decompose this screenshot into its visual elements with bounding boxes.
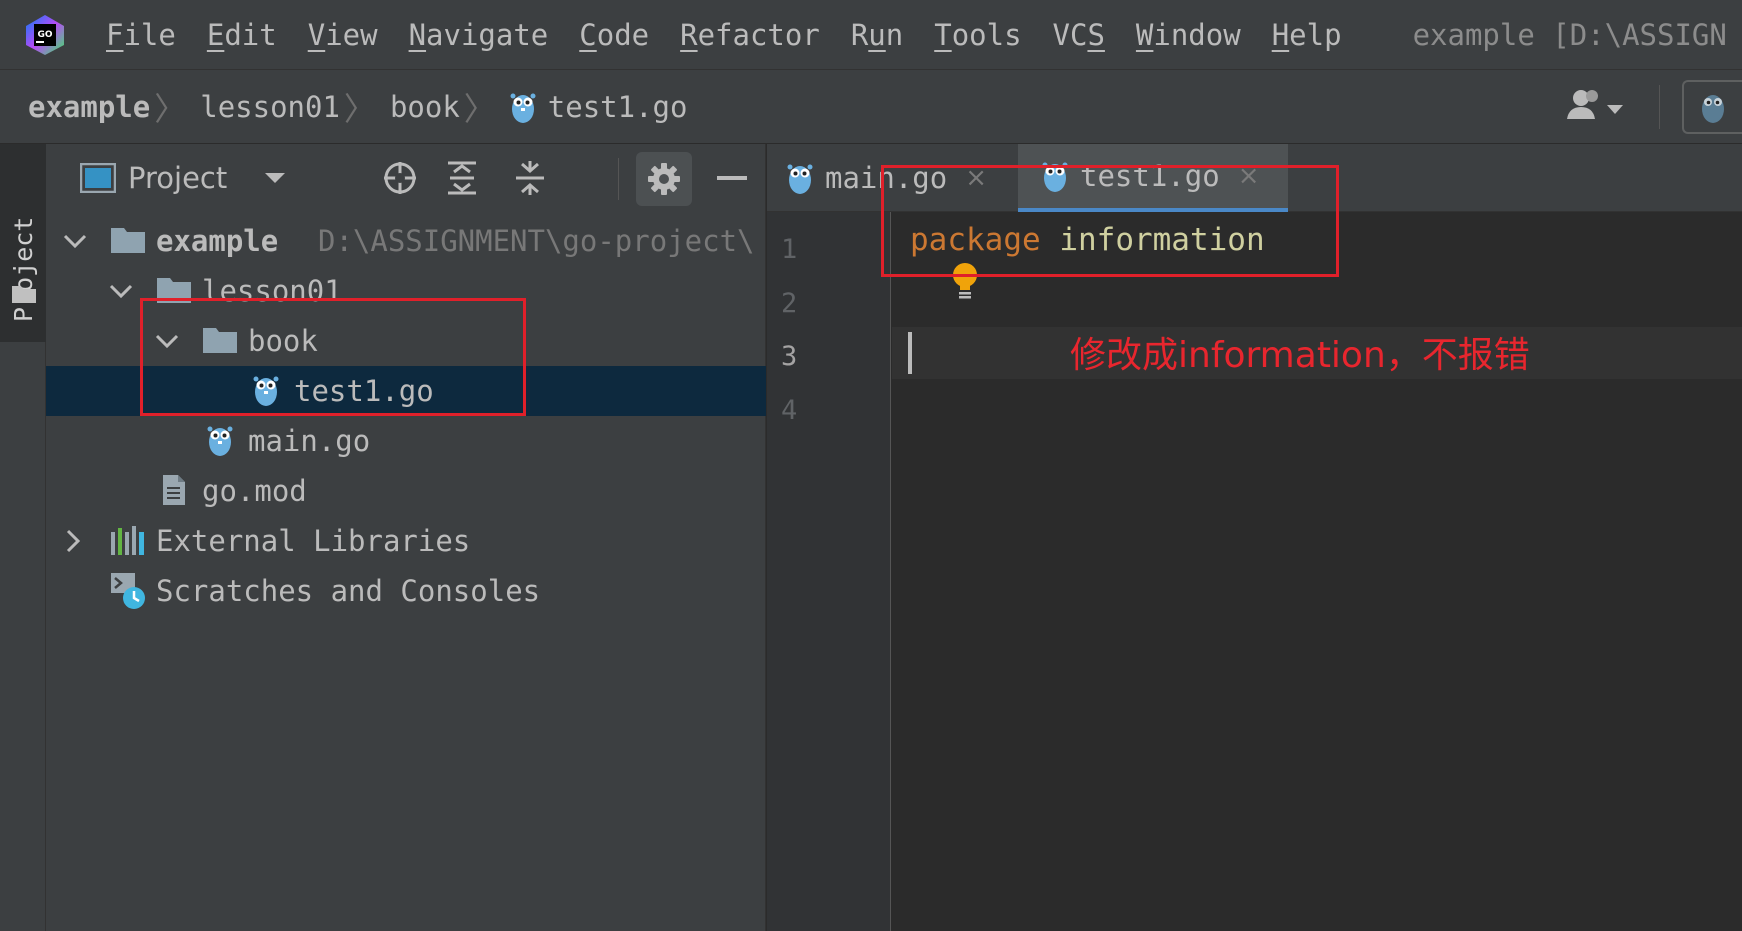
tree-item-label: go.mod — [202, 474, 307, 508]
line-number-gutter: 1 2 3 4 — [767, 212, 891, 931]
chevron-down-icon[interactable] — [263, 171, 287, 185]
tree-item-go-mod[interactable]: go.mod — [46, 466, 766, 516]
menu-view[interactable]: View — [308, 18, 378, 52]
project-panel-header: Project — [46, 144, 766, 212]
code-editor[interactable]: package information — [892, 212, 1742, 931]
menu-edit[interactable]: Edit — [207, 18, 277, 52]
hide-panel-icon[interactable] — [712, 158, 752, 198]
project-panel-title[interactable]: Project — [128, 161, 227, 195]
go-file-icon — [510, 93, 536, 123]
project-tool-tab-label: Project — [9, 216, 38, 322]
line-number: 1 — [781, 234, 798, 265]
tree-item-label: External Libraries — [156, 524, 471, 558]
tool-window-stripe: Project — [0, 144, 46, 931]
menu-bar: GO File Edit View Navigate Code Refactor… — [0, 0, 1742, 70]
tree-item-label: main.go — [248, 424, 371, 458]
go-file-icon — [207, 426, 233, 456]
menu-file[interactable]: File — [106, 18, 176, 52]
menu-vcs[interactable]: VCS — [1053, 18, 1105, 52]
menu-navigate[interactable]: Navigate — [409, 18, 549, 52]
menu-tools[interactable]: Tools — [934, 18, 1021, 52]
tree-item-external-libraries[interactable]: External Libraries — [46, 516, 766, 566]
tree-item-label: example — [156, 224, 279, 258]
menu-code[interactable]: Code — [579, 18, 649, 52]
menu-refactor[interactable]: Refactor — [680, 18, 820, 52]
expand-all-icon[interactable] — [442, 158, 482, 198]
annotation-note: 修改成information，不报错 — [1070, 335, 1530, 376]
breadcrumb-separator-icon: 〉 — [463, 89, 496, 128]
chevron-down-icon[interactable] — [62, 228, 88, 254]
scratches-icon — [111, 573, 145, 609]
breadcrumb-separator-icon: 〉 — [343, 89, 376, 128]
folder-icon — [111, 228, 145, 253]
tree-item-main-go[interactable]: main.go — [46, 416, 766, 466]
project-panel: Project example D:\ASSIGNMENT\go-project… — [46, 144, 766, 931]
collapse-all-icon[interactable] — [510, 158, 550, 198]
line-number: 2 — [781, 288, 798, 319]
tree-item-label: Scratches and Consoles — [156, 574, 541, 608]
project-tool-tab[interactable]: Project — [0, 144, 46, 342]
tree-item-example[interactable]: example D:\ASSIGNMENT\go-project\ — [46, 216, 766, 266]
chevron-down-icon[interactable] — [108, 278, 134, 304]
window-title: example [D:\ASSIGN — [1412, 17, 1727, 52]
svg-text:GO: GO — [37, 30, 52, 40]
project-view-icon — [80, 163, 116, 193]
breadcrumb: example 〉 lesson01 〉 book 〉 test1.go — [0, 70, 1742, 144]
header-divider — [618, 158, 619, 200]
annotation-box-code — [881, 165, 1339, 277]
folder-icon — [12, 286, 36, 303]
breadcrumb-item-example[interactable]: example — [28, 90, 150, 124]
line-number: 3 — [781, 341, 798, 372]
breadcrumb-item-lesson01[interactable]: lesson01 — [200, 90, 340, 124]
project-path: D:\ASSIGNMENT\go-project\ — [318, 224, 755, 258]
gear-icon[interactable] — [636, 152, 692, 206]
breadcrumb-separator-icon: 〉 — [154, 89, 187, 128]
toolbar-divider — [1659, 85, 1660, 129]
menu-run[interactable]: Run — [851, 18, 903, 52]
text-caret — [908, 332, 912, 374]
text-file-icon — [163, 475, 185, 505]
annotation-box-tree — [140, 298, 526, 416]
breadcrumb-item-test1-go[interactable]: test1.go — [510, 89, 688, 124]
go-file-icon — [787, 164, 813, 194]
run-configuration-icon[interactable] — [1682, 80, 1742, 134]
chevron-right-icon[interactable] — [60, 528, 86, 554]
tree-item-scratches-and-consoles[interactable]: Scratches and Consoles — [46, 566, 766, 616]
menu-window[interactable]: Window — [1136, 18, 1241, 52]
breadcrumb-item-book[interactable]: book — [390, 90, 460, 124]
breadcrumb-file-label: test1.go — [547, 89, 688, 124]
user-account-icon[interactable] — [1565, 87, 1631, 127]
menu-help[interactable]: Help — [1272, 18, 1342, 52]
goland-logo-icon: GO — [24, 14, 66, 56]
locate-file-icon[interactable] — [380, 158, 420, 198]
line-number: 4 — [781, 395, 798, 426]
library-icon — [111, 526, 144, 555]
